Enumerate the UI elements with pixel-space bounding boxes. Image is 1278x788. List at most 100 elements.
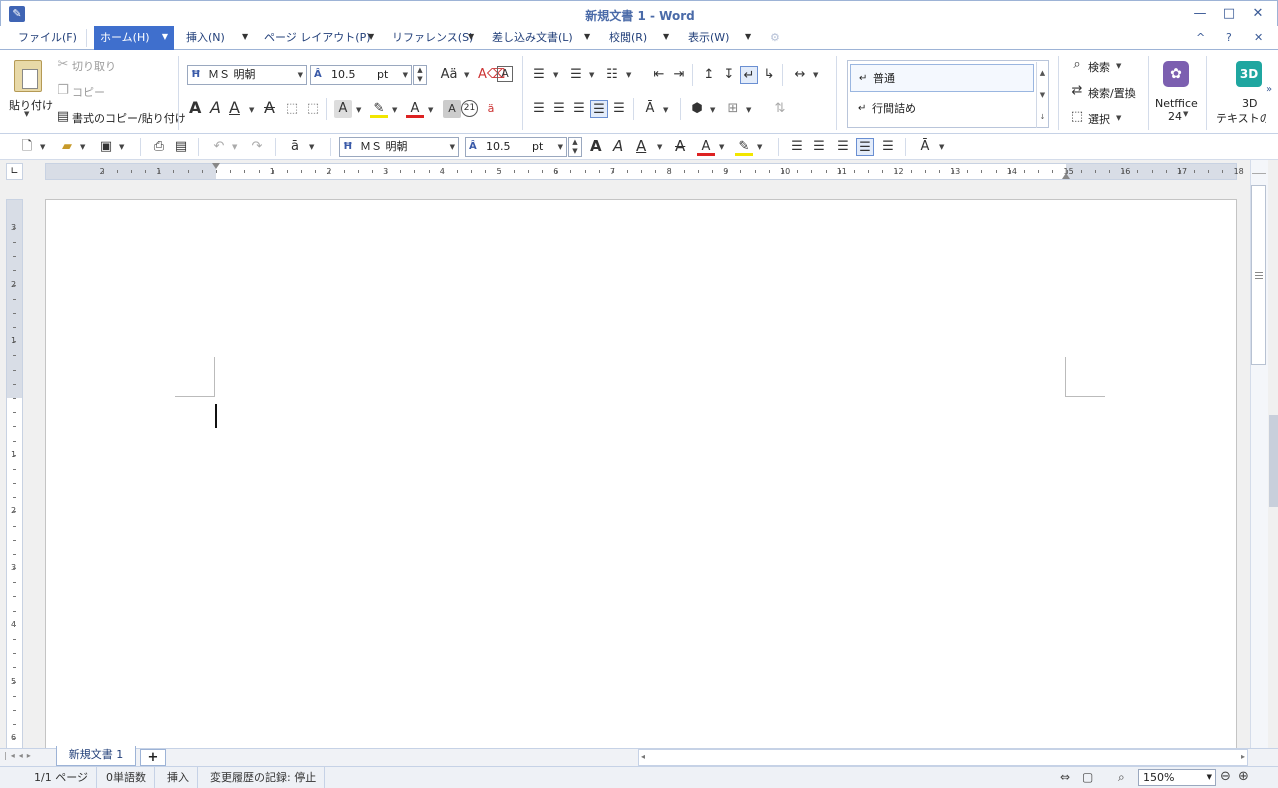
insert-mode[interactable]: 挿入 [159, 767, 198, 788]
netffice-icon[interactable]: ✿ [1163, 61, 1189, 87]
menu-insert-dropdown-icon[interactable]: ▼ [242, 26, 248, 50]
horizontal-scrollbar[interactable]: ◂ ▸ [638, 749, 1248, 766]
print-icon[interactable]: ⎙ [150, 138, 168, 156]
distribute-icon[interactable]: ☰ [610, 100, 628, 118]
toolbar-underline-dropdown-icon[interactable]: ▼ [657, 143, 662, 151]
maximize-button[interactable]: □ [1216, 5, 1242, 23]
paste-dropdown-icon[interactable]: ▼ [24, 110, 29, 118]
new-document-dropdown-icon[interactable]: ▼ [40, 143, 45, 151]
menu-review-dropdown-icon[interactable]: ▼ [663, 26, 669, 50]
paste-icon[interactable] [14, 60, 42, 92]
menu-references[interactable]: リファレンス(S) [386, 26, 479, 50]
toolbar-align-left-icon[interactable]: ☰ [788, 138, 806, 156]
numbering-dropdown-icon[interactable]: ▼ [589, 71, 594, 79]
select-dropdown-icon[interactable]: ▼ [1116, 114, 1121, 122]
numbering-icon[interactable]: ☰ [567, 66, 585, 84]
replace-button[interactable]: 検索/置換 [1088, 85, 1136, 101]
fit-width-icon[interactable]: ⇔ [1060, 770, 1070, 784]
change-case-dropdown-icon[interactable]: ▼ [464, 71, 469, 79]
tab-stop-selector-icon[interactable]: ∟ [6, 163, 23, 180]
style-gallery[interactable]: ↵ 普通 ↵ 行間詰め ▲ ▼ ↓ [847, 60, 1049, 128]
font-size-spinner[interactable]: ▲ ▼ [413, 65, 427, 85]
tab-nav-icon[interactable]: |◂◂▸ [4, 751, 35, 760]
decrease-indent-icon[interactable]: ⇤ [650, 66, 668, 84]
toolbar-distribute-icon[interactable]: ☰ [879, 138, 897, 156]
text-direction-icon[interactable]: Ā [641, 100, 659, 118]
add-tab-button[interactable]: + [140, 749, 166, 766]
toolbar-font-size-combo[interactable]: Â 10.5 pt ▼ [465, 137, 567, 157]
text-direction-dropdown-icon[interactable]: ▼ [663, 106, 668, 114]
char-shading-icon[interactable]: A [443, 100, 461, 118]
font-size-combo[interactable]: Â 10.5 pt ▼ [310, 65, 412, 85]
toolbar-font-size-spinner[interactable]: ▲ ▼ [568, 137, 582, 157]
zoom-select[interactable]: 150% ▼ [1138, 769, 1216, 786]
doc-close-button[interactable]: ✕ [1254, 26, 1263, 50]
borders-icon[interactable]: ⊞ [724, 100, 742, 118]
select-icon[interactable]: ⬚ [1068, 108, 1086, 126]
vertical-ruler[interactable]: 321123456 [6, 199, 23, 749]
menu-view-dropdown-icon[interactable]: ▼ [745, 26, 751, 50]
netffice-button[interactable]: Netffice [1155, 97, 1198, 110]
save-dropdown-icon[interactable]: ▼ [119, 143, 124, 151]
highlight-dropdown-icon[interactable]: ▼ [392, 106, 397, 114]
font-color-icon[interactable]: A [406, 100, 424, 118]
line-break-icon[interactable]: ↳ [760, 66, 778, 84]
find-icon[interactable]: ⌕ [1068, 56, 1086, 74]
cut-button[interactable]: 切り取り [72, 58, 116, 74]
text-effect-dropdown-icon[interactable]: ▼ [356, 106, 361, 114]
bullets-dropdown-icon[interactable]: ▼ [553, 71, 558, 79]
minimize-button[interactable]: — [1187, 5, 1213, 23]
menu-mailings-dropdown-icon[interactable]: ▼ [584, 26, 590, 50]
fit-page-icon[interactable]: ▢ [1082, 770, 1093, 784]
underline-dropdown-icon[interactable]: ▼ [249, 106, 254, 114]
bold-icon[interactable]: A [189, 98, 201, 117]
close-button[interactable]: ✕ [1245, 5, 1271, 23]
gallery-more-icon[interactable]: ↓ [1036, 106, 1048, 128]
toolbar-bold-icon[interactable]: A [590, 137, 602, 155]
style-compact[interactable]: ↵ 行間詰め [850, 95, 1034, 123]
toolbar-italic-icon[interactable]: A [613, 137, 623, 155]
track-changes-status[interactable]: 変更履歴の記録: 停止 [202, 767, 326, 788]
cut-icon[interactable]: ✂ [54, 56, 72, 74]
text-3d-icon[interactable]: 3D [1236, 61, 1262, 87]
style-normal[interactable]: ↵ 普通 [850, 64, 1034, 92]
clear-format-icon[interactable]: A⌫ [478, 66, 505, 84]
toolbar-font-color-dropdown-icon[interactable]: ▼ [719, 143, 724, 151]
shadow-text-icon[interactable]: ⬚ [304, 100, 322, 118]
shading-dropdown-icon[interactable]: ▼ [710, 106, 715, 114]
document-page[interactable] [45, 199, 1237, 749]
menu-page-layout-dropdown-icon[interactable]: ▼ [368, 26, 374, 50]
outline-text-icon[interactable]: ⬚ [283, 100, 301, 118]
change-case-icon[interactable]: Aä [440, 66, 458, 84]
spell-check-icon[interactable]: ā [286, 138, 304, 156]
toolbar-font-color-icon[interactable]: A [697, 138, 715, 156]
justify-icon[interactable]: ☰ [590, 100, 608, 118]
increase-indent-icon[interactable]: ⇥ [670, 66, 688, 84]
right-indent-marker-icon[interactable] [1062, 173, 1070, 179]
undo-dropdown-icon[interactable]: ▼ [232, 143, 237, 151]
line-spacing-after-icon[interactable]: ↧ [720, 66, 738, 84]
save-icon[interactable]: ▣ [97, 138, 115, 156]
format-painter-icon[interactable]: ▤ [54, 108, 72, 126]
toolbar-text-direction-dropdown-icon[interactable]: ▼ [939, 143, 944, 151]
toolbar-highlight-dropdown-icon[interactable]: ▼ [757, 143, 762, 151]
find-button[interactable]: 検索 [1088, 59, 1110, 75]
paragraph-mark-icon[interactable]: ↵ [740, 66, 758, 84]
menu-references-dropdown-icon[interactable]: ▼ [468, 26, 474, 50]
underline-icon[interactable]: A [229, 98, 240, 117]
print-preview-icon[interactable]: ▤ [172, 138, 190, 156]
borders-dropdown-icon[interactable]: ▼ [746, 106, 751, 114]
menu-home-dropdown-icon[interactable]: ▼ [156, 26, 174, 50]
netffice-dropdown-icon[interactable]: ▼ [1183, 110, 1188, 118]
document-tab[interactable]: 新規文書 1 [56, 746, 136, 766]
sort-icon[interactable]: ⇅ [771, 100, 789, 118]
menu-home[interactable]: ホーム(H) [94, 26, 156, 50]
zoom-out-icon[interactable]: ⊖ [1220, 769, 1231, 784]
format-painter-button[interactable]: 書式のコピー/貼り付け [72, 110, 186, 126]
char-spacing-icon[interactable]: ↔ [791, 66, 809, 84]
copy-icon[interactable]: ❐ [54, 82, 72, 100]
toolbar-font-name-combo[interactable]: Ħ ＭＳ 明朝 ▼ [339, 137, 459, 157]
ribbon-scroll-right-icon[interactable]: » [1266, 84, 1272, 95]
text-3d-button[interactable]: 3D [1242, 97, 1257, 110]
italic-icon[interactable]: A [210, 98, 221, 117]
